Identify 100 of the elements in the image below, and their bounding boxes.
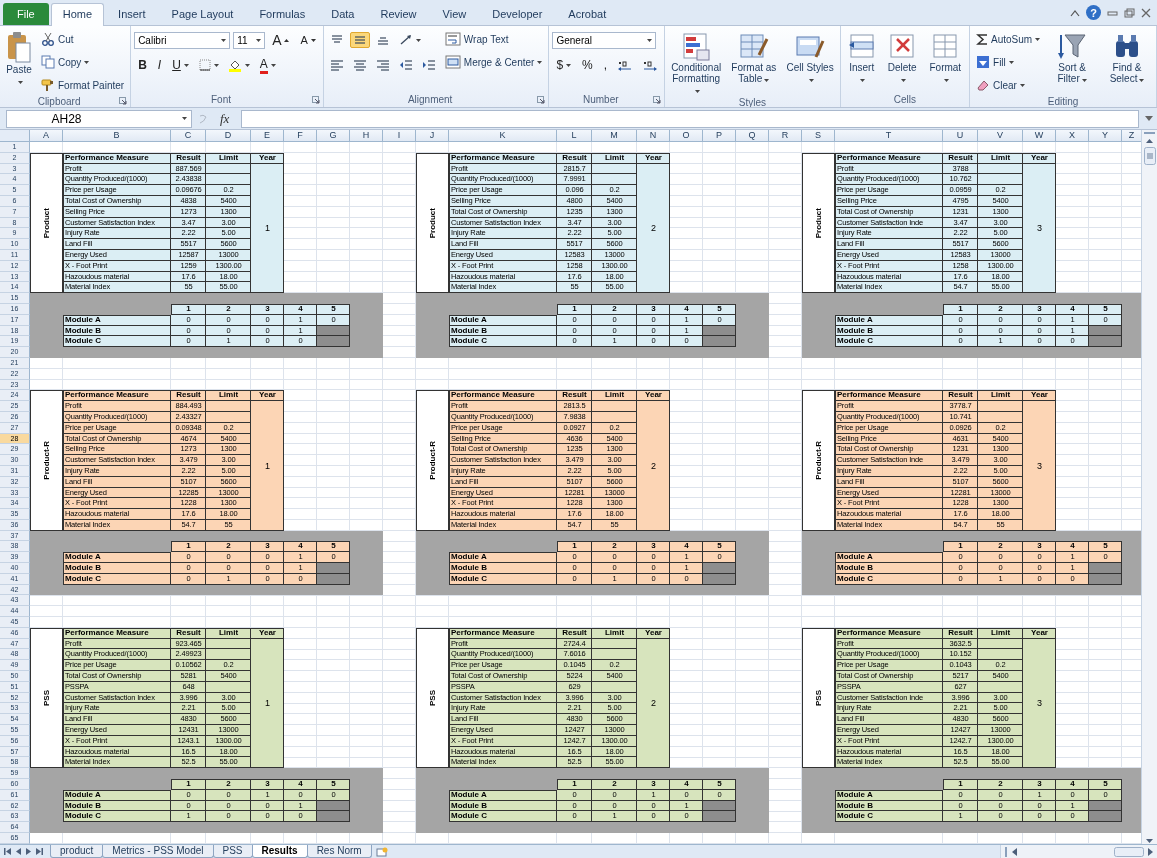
column-header[interactable]: F <box>284 130 317 142</box>
column-header[interactable]: H <box>350 130 383 142</box>
column-header[interactable]: V <box>978 130 1023 142</box>
ribbon-button[interactable]: Find & Select <box>1101 29 1153 86</box>
close-icon[interactable] <box>1141 7 1151 18</box>
column-header[interactable]: X <box>1056 130 1089 142</box>
column-header[interactable]: U <box>943 130 978 142</box>
column-header[interactable]: L <box>557 130 592 142</box>
ribbon-button[interactable]: Insert <box>843 29 880 86</box>
ribbon-button[interactable]: Delete <box>882 29 922 86</box>
ribbon-button[interactable]: Wrap Text <box>441 29 546 49</box>
new-sheet-icon[interactable] <box>375 846 388 857</box>
ribbon-tab[interactable]: Acrobat <box>556 3 619 25</box>
column-header[interactable]: R <box>769 130 802 142</box>
split-handle-icon[interactable] <box>1004 846 1008 857</box>
dropdown-field[interactable]: 11 <box>233 31 266 49</box>
module-label: Module B <box>449 563 557 574</box>
insert-function-button[interactable]: fx <box>214 110 236 127</box>
column-header[interactable]: J <box>416 130 449 142</box>
ribbon-tab[interactable]: Developer <box>480 3 555 25</box>
sheet-tab[interactable]: product <box>50 845 104 858</box>
ribbon-tab[interactable]: Page Layout <box>159 3 246 25</box>
ribbon-button[interactable]: Format Painter <box>38 75 128 95</box>
launcher-icon[interactable] <box>537 95 546 104</box>
previous-sheet-icon[interactable] <box>16 848 21 855</box>
last-sheet-icon[interactable] <box>36 848 43 855</box>
toolbar-button[interactable]: I <box>153 56 166 74</box>
first-sheet-icon[interactable] <box>4 848 11 855</box>
column-header[interactable]: D <box>206 130 251 142</box>
scroll-right-icon[interactable] <box>1148 847 1154 856</box>
ribbon-tab[interactable]: File <box>3 3 49 25</box>
toolbar-button[interactable]: A <box>255 54 280 76</box>
ribbon-button[interactable]: Clear <box>973 75 1044 95</box>
column-header[interactable]: O <box>670 130 703 142</box>
toolbar-button[interactable] <box>349 32 370 48</box>
launcher-icon[interactable] <box>119 97 128 105</box>
launcher-icon[interactable] <box>653 95 662 104</box>
ribbon-tab[interactable]: Data <box>319 3 367 25</box>
ribbon-button[interactable]: Merge & Center <box>441 52 546 72</box>
column-header[interactable]: I <box>383 130 416 142</box>
column-header[interactable]: Q <box>736 130 769 142</box>
formula-input[interactable] <box>241 109 1139 128</box>
column-header[interactable]: S <box>802 130 835 142</box>
ribbon-button[interactable]: Copy <box>38 52 128 72</box>
dropdown-field[interactable]: General <box>552 31 657 49</box>
toolbar-button[interactable]: A <box>268 30 294 50</box>
toolbar-button[interactable]: U <box>168 56 193 74</box>
column-header[interactable]: K <box>449 130 557 142</box>
toolbar-button[interactable]: , <box>599 56 612 74</box>
ribbon-tab[interactable]: Review <box>368 3 429 25</box>
column-header[interactable]: P <box>703 130 736 142</box>
ribbon-button[interactable]: Fill <box>973 52 1044 72</box>
scroll-thumb-icon[interactable] <box>1114 846 1144 857</box>
launcher-icon[interactable] <box>311 95 320 104</box>
ribbon-tab[interactable]: Formulas <box>247 3 318 25</box>
ribbon-button[interactable]: Format <box>924 29 967 86</box>
toolbar-button[interactable]: % <box>578 56 597 74</box>
ribbon-tab[interactable]: Home <box>50 3 105 26</box>
scroll-left-icon[interactable] <box>1012 847 1018 856</box>
sheet-tab[interactable]: Metrics - PSS Model <box>102 845 214 858</box>
ribbon-button[interactable]: Cell Styles <box>783 29 837 86</box>
expand-icon[interactable] <box>1145 115 1153 122</box>
column-header[interactable]: M <box>592 130 637 142</box>
column-heading: Limit <box>978 390 1023 402</box>
column-header[interactable]: W <box>1023 130 1056 142</box>
ribbon-button[interactable]: Conditional Formatting <box>668 29 725 97</box>
column-heading: 3 <box>637 303 670 315</box>
ribbon-button[interactable]: Cut <box>38 29 128 49</box>
column-header[interactable]: A <box>30 130 63 142</box>
vertical-scrollbar[interactable] <box>1141 130 1157 844</box>
toolbar-button[interactable]: A <box>296 32 320 48</box>
toolbar-button[interactable]: B <box>134 56 151 74</box>
scroll-up-icon[interactable] <box>1145 138 1154 144</box>
column-header[interactable]: Z <box>1122 130 1141 142</box>
help-button[interactable]: ? <box>1086 5 1101 20</box>
next-sheet-icon[interactable] <box>26 848 31 855</box>
ribbon-tab[interactable]: Insert <box>106 3 158 25</box>
sheet-tab[interactable]: PSS <box>212 845 253 858</box>
name-box[interactable]: AH28 <box>6 109 192 128</box>
ribbon-button[interactable]: Format as Table <box>727 29 781 86</box>
sheet-tab[interactable]: Results <box>251 845 308 858</box>
restore-icon[interactable] <box>1124 7 1135 18</box>
column-header[interactable]: Y <box>1089 130 1122 142</box>
column-header[interactable]: T <box>835 130 943 142</box>
ribbon-button[interactable]: Paste <box>3 29 35 88</box>
column-header[interactable]: E <box>251 130 284 142</box>
column-header[interactable]: N <box>637 130 670 142</box>
column-header[interactable]: G <box>317 130 350 142</box>
ribbon-tab[interactable]: View <box>430 3 479 25</box>
collapse-ribbon-icon[interactable] <box>1070 8 1080 17</box>
horizontal-scrollbar[interactable] <box>1000 845 1157 858</box>
sheet-tab[interactable]: Res Norm <box>306 845 372 858</box>
dropdown-field[interactable]: Calibri <box>134 31 231 49</box>
column-header[interactable]: C <box>171 130 206 142</box>
ribbon-button[interactable]: Sort & Filter <box>1046 29 1099 86</box>
minimize-icon[interactable] <box>1107 8 1118 17</box>
toolbar-button[interactable]: $ <box>552 56 576 74</box>
scroll-thumb-icon[interactable] <box>1143 147 1156 165</box>
column-header[interactable]: B <box>63 130 171 142</box>
ribbon-button[interactable]: AutoSum <box>973 29 1044 49</box>
